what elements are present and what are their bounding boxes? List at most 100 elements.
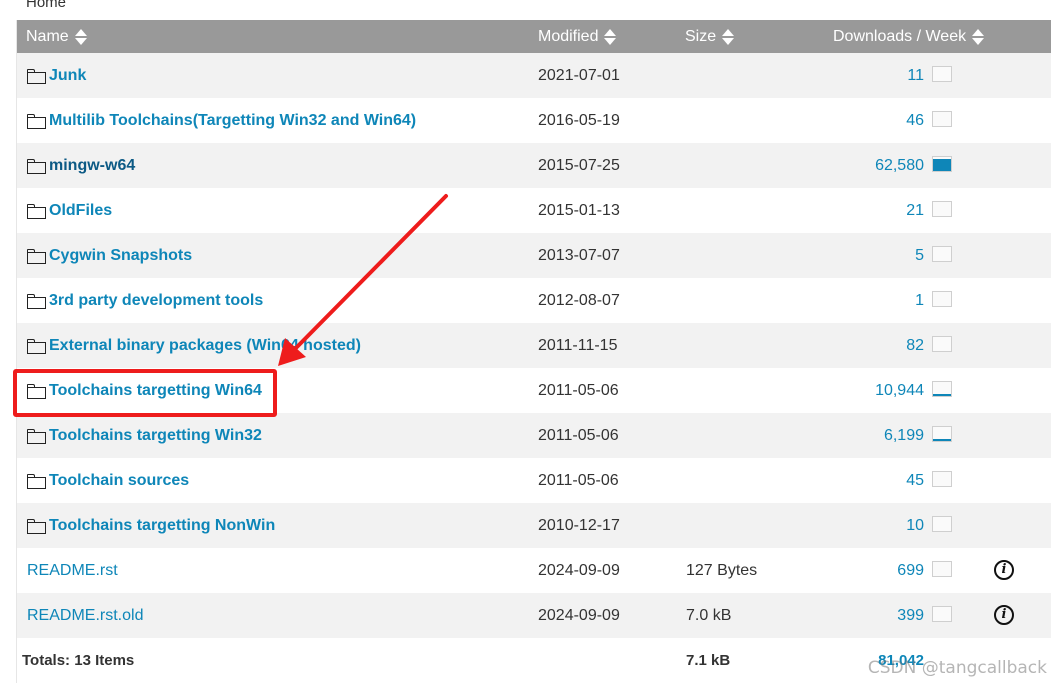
download-sparkline-icon[interactable] xyxy=(932,381,952,397)
column-header-name[interactable]: Name xyxy=(26,20,87,53)
name-cell: Toolchains targetting NonWin xyxy=(27,503,275,548)
folder-icon xyxy=(27,113,46,129)
name-cell: Toolchains targetting Win32 xyxy=(27,413,262,458)
table-row: Toolchains targetting NonWin 2010-12-17 10 xyxy=(17,503,1051,548)
downloads-link[interactable]: 82 xyxy=(812,323,924,368)
table-row: Multilib Toolchains(Targetting Win32 and… xyxy=(17,98,1051,143)
downloads-link[interactable]: 1 xyxy=(812,278,924,323)
sort-icon xyxy=(74,28,87,45)
folder-link[interactable]: OldFiles xyxy=(49,188,112,233)
name-cell: Cygwin Snapshots xyxy=(27,233,192,278)
download-sparkline-icon[interactable] xyxy=(932,606,952,622)
file-link[interactable]: README.rst.old xyxy=(27,593,143,638)
column-header-name-label: Name xyxy=(26,28,69,45)
download-sparkline-icon[interactable] xyxy=(932,156,952,172)
sparkline-fill xyxy=(933,439,951,441)
folder-link[interactable]: Multilib Toolchains(Targetting Win32 and… xyxy=(49,98,416,143)
modified-cell: 2011-05-06 xyxy=(538,427,619,444)
name-cell: External binary packages (Win64 hosted) xyxy=(27,323,361,368)
sort-icon xyxy=(722,28,735,45)
name-cell: Toolchains targetting Win64 xyxy=(27,368,262,413)
folder-icon xyxy=(27,293,46,309)
name-cell: Toolchain sources xyxy=(27,458,189,503)
column-header-downloads[interactable]: Downloads / Week xyxy=(833,20,985,53)
downloads-link[interactable]: 6,199 xyxy=(812,413,924,458)
column-header-modified-label: Modified xyxy=(538,28,599,45)
download-sparkline-icon[interactable] xyxy=(932,516,952,532)
size-cell: 127 Bytes xyxy=(686,562,758,579)
modified-cell: 2016-05-19 xyxy=(538,112,620,129)
download-sparkline-icon[interactable] xyxy=(932,336,952,352)
downloads-link[interactable]: 46 xyxy=(812,98,924,143)
downloads-link[interactable]: 10,944 xyxy=(812,368,924,413)
downloads-link[interactable]: 5 xyxy=(812,233,924,278)
totals-label: Totals: 13 Items xyxy=(22,652,135,669)
totals-size: 7.1 kB xyxy=(686,652,731,669)
modified-cell: 2011-05-06 xyxy=(538,472,619,489)
breadcrumb[interactable]: Home xyxy=(26,0,66,11)
table-header: Name Modified Size Downloads / Week xyxy=(17,20,1051,53)
column-header-downloads-label: Downloads / Week xyxy=(833,28,967,45)
name-cell: 3rd party development tools xyxy=(27,278,263,323)
folder-icon xyxy=(27,428,46,444)
modified-cell: 2024-09-09 xyxy=(538,607,620,624)
folder-icon xyxy=(27,518,46,534)
folder-icon xyxy=(27,248,46,264)
download-sparkline-icon[interactable] xyxy=(932,471,952,487)
downloads-link[interactable]: 10 xyxy=(812,503,924,548)
downloads-link[interactable]: 11 xyxy=(812,53,924,98)
downloads-link[interactable]: 21 xyxy=(812,188,924,233)
modified-cell: 2011-11-15 xyxy=(538,337,618,354)
downloads-link[interactable]: 699 xyxy=(812,548,924,593)
column-header-size[interactable]: Size xyxy=(685,20,735,53)
table-row: Toolchains targetting Win64 2011-05-06 10,… xyxy=(17,368,1051,413)
info-icon[interactable]: i xyxy=(994,605,1014,625)
sparkline-fill xyxy=(933,159,951,171)
download-sparkline-icon[interactable] xyxy=(932,66,952,82)
name-cell: Junk xyxy=(27,53,86,98)
folder-icon xyxy=(27,203,46,219)
sort-icon xyxy=(604,28,617,45)
table-row: 3rd party development tools 2012-08-07 1 xyxy=(17,278,1051,323)
folder-link[interactable]: Toolchains targetting NonWin xyxy=(49,503,275,548)
table-body: Junk 2021-07-01 11 Multilib Toolchains(Targ… xyxy=(17,53,1051,638)
table-row: OldFiles 2015-01-13 21 xyxy=(17,188,1051,233)
folder-link[interactable]: External binary packages (Win64 hosted) xyxy=(49,323,361,368)
column-header-size-label: Size xyxy=(685,28,717,45)
modified-cell: 2011-05-06 xyxy=(538,382,619,399)
download-sparkline-icon[interactable] xyxy=(932,291,952,307)
file-link[interactable]: README.rst xyxy=(27,548,118,593)
folder-link[interactable]: Toolchains targetting Win64 xyxy=(49,368,262,413)
folder-link[interactable]: 3rd party development tools xyxy=(49,278,263,323)
modified-cell: 2012-08-07 xyxy=(538,292,620,309)
folder-link[interactable]: Junk xyxy=(49,53,86,98)
download-sparkline-icon[interactable] xyxy=(932,246,952,262)
download-sparkline-icon[interactable] xyxy=(932,111,952,127)
folder-link[interactable]: mingw-w64 xyxy=(49,143,135,188)
column-header-modified[interactable]: Modified xyxy=(538,20,617,53)
table-row: README.rst.old 2024-09-09 7.0 kB 399 i xyxy=(17,593,1051,638)
modified-cell: 2015-01-13 xyxy=(538,202,620,219)
download-sparkline-icon[interactable] xyxy=(932,561,952,577)
folder-link[interactable]: Cygwin Snapshots xyxy=(49,233,192,278)
download-sparkline-icon[interactable] xyxy=(932,201,952,217)
folder-link[interactable]: Toolchains targetting Win32 xyxy=(49,413,262,458)
size-cell: 7.0 kB xyxy=(686,607,732,624)
modified-cell: 2013-07-07 xyxy=(538,247,620,264)
folder-icon xyxy=(27,158,46,174)
modified-cell: 2021-07-01 xyxy=(538,67,620,84)
file-table: Name Modified Size Downloads / Week Junk… xyxy=(16,20,1051,683)
modified-cell: 2010-12-17 xyxy=(538,517,620,534)
downloads-link[interactable]: 399 xyxy=(812,593,924,638)
table-row: Toolchain sources 2011-05-06 45 xyxy=(17,458,1051,503)
folder-icon xyxy=(27,338,46,354)
downloads-link[interactable]: 62,580 xyxy=(812,143,924,188)
table-row: Cygwin Snapshots 2013-07-07 5 xyxy=(17,233,1051,278)
download-sparkline-icon[interactable] xyxy=(932,426,952,442)
folder-icon xyxy=(27,383,46,399)
info-icon[interactable]: i xyxy=(994,560,1014,580)
folder-link[interactable]: Toolchain sources xyxy=(49,458,189,503)
downloads-link[interactable]: 45 xyxy=(812,458,924,503)
watermark: CSDN @tangcallback xyxy=(867,658,1047,678)
table-row: External binary packages (Win64 hosted) 2… xyxy=(17,323,1051,368)
